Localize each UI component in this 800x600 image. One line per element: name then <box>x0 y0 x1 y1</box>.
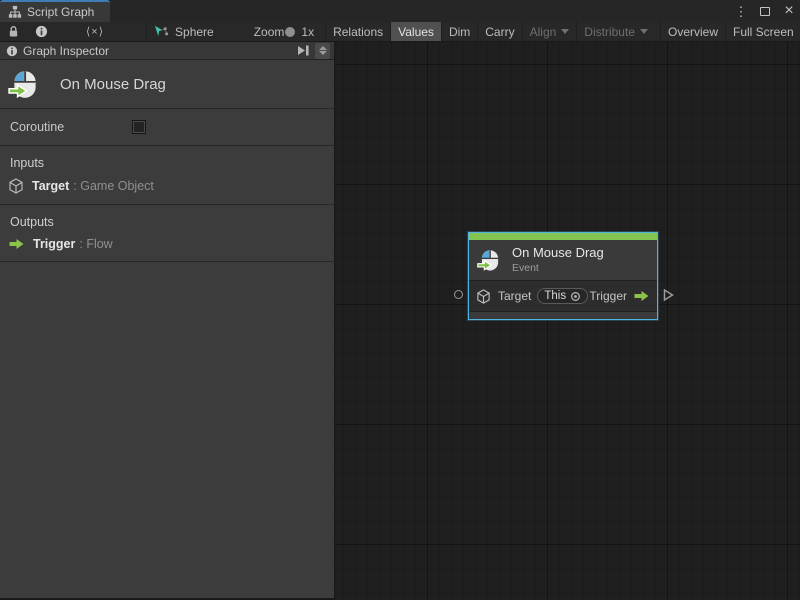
code-preview-button[interactable]: ⟨×⟩ <box>78 22 112 41</box>
input-name: Target <box>32 179 69 193</box>
inputs-section: Inputs Target : Game Object <box>0 145 334 204</box>
chevron-down-icon <box>640 29 648 34</box>
node-input-connection-port[interactable] <box>454 290 463 299</box>
node-title: On Mouse Drag <box>60 76 166 93</box>
script-graph-window: Script Graph ⋮ × <box>0 0 800 600</box>
trigger-port-label: Trigger <box>589 289 627 303</box>
window-menu-icon[interactable]: ⋮ <box>734 5 748 18</box>
panel-scrubber[interactable] <box>315 43 330 59</box>
game-object-cube-icon <box>476 289 491 304</box>
coroutine-label: Coroutine <box>10 120 64 134</box>
input-row-target: Target : Game Object <box>0 178 334 194</box>
graph-breadcrumb[interactable]: Sphere <box>146 22 221 41</box>
input-type: : Game Object <box>73 179 154 193</box>
target-value: This <box>544 290 566 302</box>
output-type: : Flow <box>79 237 112 251</box>
inputs-heading: Inputs <box>0 154 334 178</box>
scrub-down-icon <box>319 51 327 55</box>
values-button[interactable]: Values <box>390 22 441 41</box>
coroutine-checkbox[interactable] <box>132 120 146 134</box>
lock-button[interactable] <box>0 22 27 41</box>
distribute-dropdown[interactable]: Distribute <box>576 22 655 41</box>
flow-arrow-icon <box>633 290 650 302</box>
tab-label: Script Graph <box>27 5 94 19</box>
lock-icon <box>8 25 19 38</box>
on-mouse-drag-icon <box>8 67 42 101</box>
node-title: On Mouse Drag <box>512 245 604 261</box>
chevron-down-icon <box>561 29 569 34</box>
object-picker-icon[interactable] <box>570 291 581 302</box>
inspector-toggle-button[interactable] <box>27 22 56 41</box>
node-color-bar <box>469 233 657 240</box>
relations-button[interactable]: Relations <box>325 22 390 41</box>
on-mouse-drag-icon <box>477 247 503 273</box>
node-output-connection-port[interactable] <box>663 289 674 301</box>
node-footer <box>469 311 657 319</box>
outputs-section: Outputs Trigger : Flow <box>0 204 334 261</box>
overview-button[interactable]: Overview <box>660 22 725 41</box>
outputs-heading: Outputs <box>0 213 334 237</box>
align-label: Align <box>530 25 557 39</box>
distribute-label: Distribute <box>584 25 635 39</box>
info-icon <box>6 45 18 57</box>
node-header[interactable]: On Mouse Drag Event <box>469 240 657 280</box>
hierarchy-icon <box>8 5 22 19</box>
node-inspector-title: On Mouse Drag <box>0 60 334 108</box>
game-object-cube-icon <box>8 178 24 194</box>
window-tab-bar: Script Graph ⋮ × <box>0 0 800 22</box>
target-value-button[interactable]: This <box>537 288 588 304</box>
maximize-icon[interactable] <box>758 5 772 18</box>
code-icon: ⟨×⟩ <box>86 25 104 38</box>
flow-arrow-icon <box>8 238 25 250</box>
graph-canvas[interactable]: On Mouse Drag Event Target This <box>335 42 800 600</box>
dim-button[interactable]: Dim <box>441 22 477 41</box>
panel-title: Graph Inspector <box>23 44 295 58</box>
carry-button[interactable]: Carry <box>477 22 521 41</box>
dock-panel-icon[interactable] <box>295 44 311 57</box>
full-screen-button[interactable]: Full Screen <box>725 22 800 41</box>
graph-inspector-header: Graph Inspector <box>0 42 334 60</box>
node-port-row: Target This Trigger <box>469 280 657 311</box>
script-graph-asset-icon <box>154 25 169 38</box>
align-dropdown[interactable]: Align <box>522 22 577 41</box>
on-mouse-drag-node[interactable]: On Mouse Drag Event Target This <box>468 232 658 320</box>
node-subtitle: Event <box>512 262 604 275</box>
graph-inspector-panel: Graph Inspector <box>0 42 335 600</box>
window-controls: ⋮ × <box>734 0 796 22</box>
coroutine-row: Coroutine <box>0 108 334 145</box>
scrub-up-icon <box>319 46 327 50</box>
zoom-slider-handle[interactable] <box>285 27 295 37</box>
zoom-value: 1x <box>299 22 321 41</box>
info-icon <box>35 25 48 38</box>
output-name: Trigger <box>33 237 75 251</box>
target-port-label: Target <box>498 289 531 303</box>
graph-toolbar: ⟨×⟩ Sphere Zoom 1x Relations Values Dim … <box>0 22 800 42</box>
tab-script-graph[interactable]: Script Graph <box>0 0 110 22</box>
inspector-empty-area <box>0 261 334 598</box>
graph-name: Sphere <box>175 25 214 39</box>
close-icon[interactable]: × <box>782 3 796 19</box>
output-row-trigger: Trigger : Flow <box>0 237 334 251</box>
